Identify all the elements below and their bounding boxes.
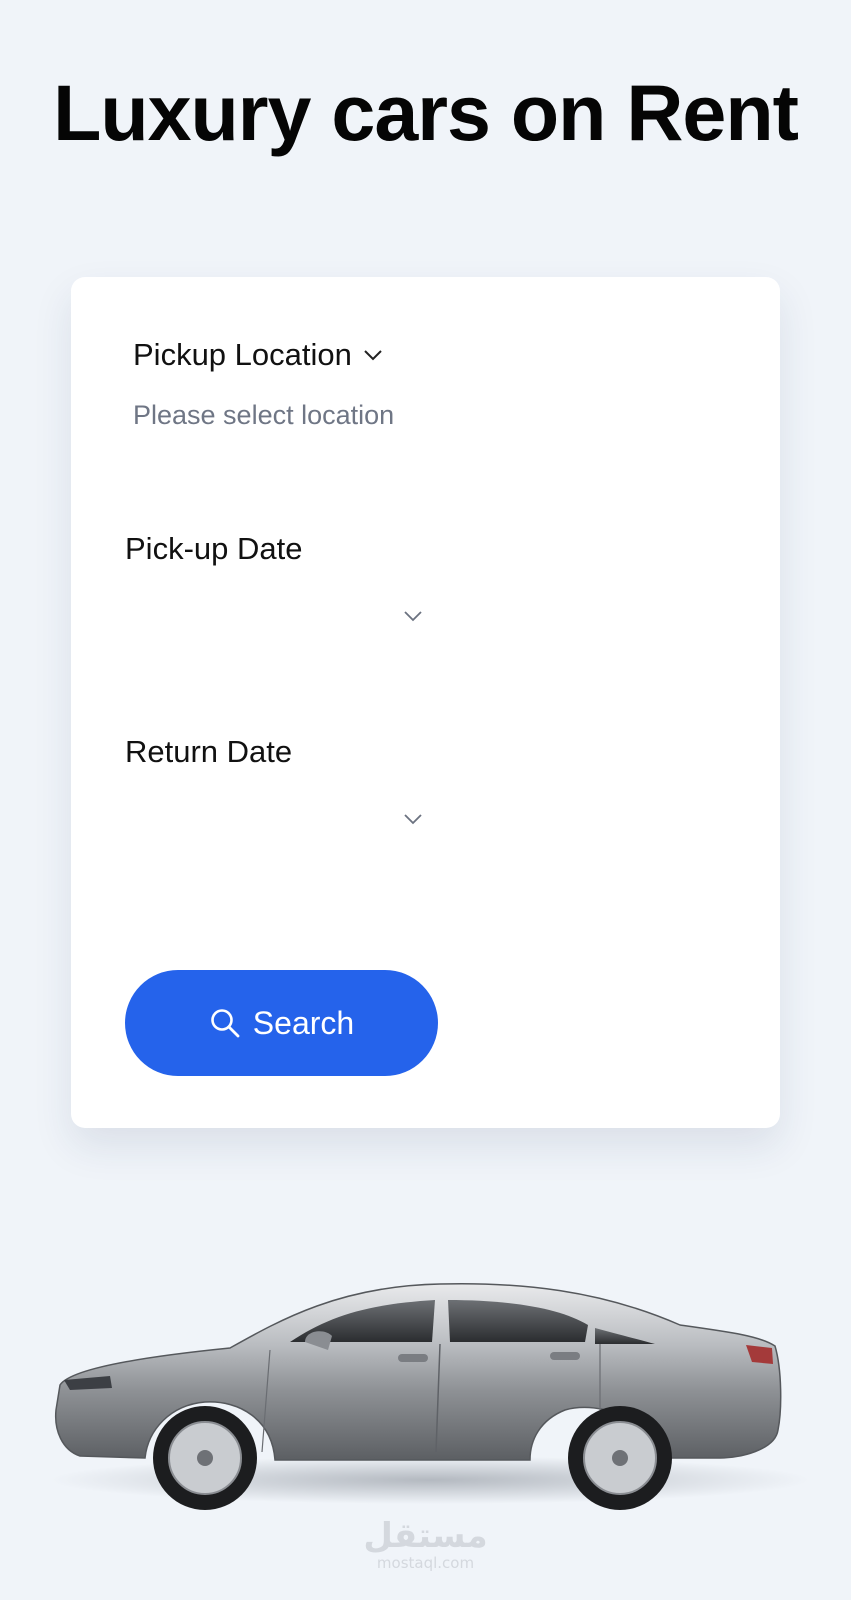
search-icon (210, 1009, 240, 1038)
watermark: مستقل mostaql.com (0, 1518, 851, 1572)
watermark-arabic: مستقل (363, 1516, 488, 1556)
car-image (50, 1282, 810, 1510)
watermark-latin: mostaql.com (376, 1554, 475, 1572)
pickup-date-label: Pick-up Date (125, 531, 303, 566)
page-title: Luxury cars on Rent (53, 68, 799, 157)
pickup-date-field[interactable]: Pick-up Date (125, 529, 435, 649)
chevron-down-icon[interactable] (402, 609, 424, 623)
return-date-label: Return Date (125, 734, 293, 769)
pickup-location-placeholder[interactable]: Please select location (133, 397, 394, 433)
chevron-down-icon (364, 350, 382, 361)
return-date-field[interactable]: Return Date (125, 732, 435, 852)
search-button-label: Search (252, 1004, 355, 1041)
search-button[interactable]: Search (125, 970, 438, 1076)
chevron-down-icon[interactable] (402, 812, 424, 826)
rental-search-card: Pickup Location Please select location P… (71, 277, 780, 1128)
pickup-location-label: Pickup Location (133, 337, 352, 372)
pickup-location-dropdown[interactable]: Pickup Location (133, 333, 384, 377)
